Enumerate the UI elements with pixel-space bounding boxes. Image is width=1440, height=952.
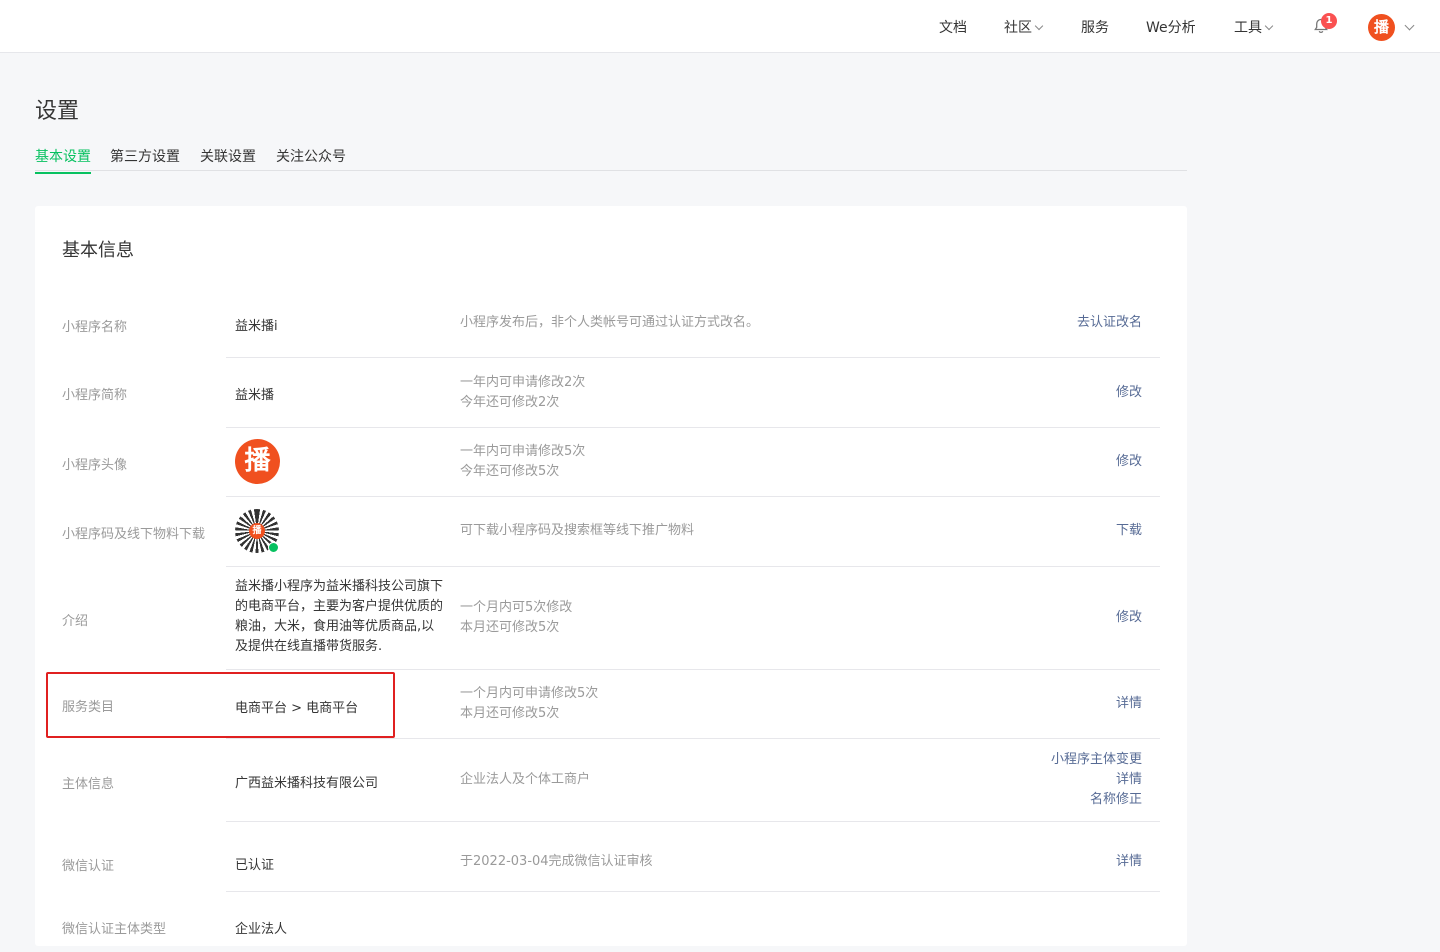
- chevron-down-icon[interactable]: [1404, 20, 1415, 31]
- tab-linked-settings[interactable]: 关联设置: [200, 146, 256, 172]
- settings-tabs: 基本设置 第三方设置 关联设置 关注公众号: [35, 138, 1187, 174]
- mini-program-avatar: 播: [235, 439, 280, 484]
- info-row-avatar: 小程序头像 播 一年内可申请修改5次 今年还可修改5次 修改: [35, 428, 1187, 497]
- row-hint: 小程序发布后，非个人类帐号可通过认证方式改名。: [460, 315, 760, 330]
- nav-tools[interactable]: 工具: [1234, 17, 1274, 37]
- card-title: 基本信息: [62, 240, 134, 261]
- hint-line: 本月还可修改5次: [460, 620, 560, 635]
- nav-community[interactable]: 社区: [1004, 17, 1044, 37]
- hint-line: 本月还可修改5次: [460, 706, 560, 721]
- change-entity-link[interactable]: 小程序主体变更: [1051, 750, 1142, 770]
- qrcode-logo: 播: [249, 523, 265, 539]
- page-title: 设置: [35, 99, 80, 124]
- row-label: 小程序简称: [62, 388, 128, 403]
- edit-avatar-link[interactable]: 修改: [1116, 452, 1142, 472]
- tab-basic-settings[interactable]: 基本设置: [35, 146, 91, 174]
- info-row-short-name: 小程序简称 益米播 一年内可申请修改2次 今年还可修改2次 修改: [35, 358, 1187, 428]
- service-category-highlight-box: [46, 672, 395, 738]
- chevron-down-icon: [1034, 21, 1044, 31]
- notification-badge: 1: [1321, 13, 1337, 29]
- entity-details-link[interactable]: 详情: [1051, 770, 1142, 790]
- verified-dot-icon: [268, 542, 279, 553]
- row-label: 微信认证: [62, 859, 115, 874]
- user-avatar[interactable]: 播: [1368, 14, 1395, 41]
- row-value: 益米播小程序为益米播科技公司旗下的电商平台，主要为客户提供优质的粮油，大米，食用…: [235, 579, 444, 654]
- nav-services[interactable]: 服务: [1081, 17, 1109, 37]
- row-label: 小程序头像: [62, 458, 128, 473]
- info-row-entity: 主体信息 广西益米播科技有限公司 企业法人及个体工商户 小程序主体变更 详情 名…: [35, 739, 1187, 822]
- row-value: 已认证: [235, 858, 275, 873]
- download-materials-link[interactable]: 下载: [1116, 521, 1142, 541]
- row-value: 企业法人: [235, 922, 288, 937]
- row-hint: 一年内可申请修改5次 今年还可修改5次: [460, 442, 585, 482]
- edit-intro-link[interactable]: 修改: [1116, 608, 1142, 628]
- nav-tools-label: 工具: [1234, 20, 1262, 36]
- nav-community-label: 社区: [1004, 20, 1032, 36]
- hint-line: 今年还可修改2次: [460, 395, 560, 410]
- info-row-wechat-verification: 微信认证 已认证 于2022-03-04完成微信认证审核 详情: [35, 822, 1187, 892]
- hint-line: 一年内可申请修改5次: [460, 444, 586, 459]
- row-hint: 企业法人及个体工商户: [460, 772, 591, 787]
- row-hint: 一年内可申请修改2次 今年还可修改2次: [460, 373, 585, 413]
- row-hint: 一个月内可申请修改5次 本月还可修改5次: [460, 684, 598, 724]
- tab-third-party-settings[interactable]: 第三方设置: [110, 146, 180, 172]
- row-hint: 于2022-03-04完成微信认证审核: [460, 854, 653, 869]
- hint-line: 一个月内可5次修改: [460, 600, 573, 615]
- mini-program-qrcode: 播: [235, 509, 279, 553]
- hint-line: 一个月内可申请修改5次: [460, 686, 599, 701]
- hint-line: 一年内可申请修改2次: [460, 375, 586, 390]
- row-hint: 一个月内可5次修改 本月还可修改5次: [460, 598, 572, 638]
- info-row-name: 小程序名称 益米播i 小程序发布后，非个人类帐号可通过认证方式改名。 去认证改名: [35, 288, 1187, 358]
- info-row-intro: 介绍 益米播小程序为益米播科技公司旗下的电商平台，主要为客户提供优质的粮油，大米…: [35, 567, 1187, 670]
- row-value: 益米播: [235, 388, 275, 403]
- nav-docs[interactable]: 文档: [939, 17, 967, 37]
- row-value: 益米播i: [235, 319, 278, 334]
- row-label: 介绍: [62, 614, 89, 629]
- name-correction-link[interactable]: 名称修正: [1051, 790, 1142, 810]
- row-label: 小程序码及线下物料下载: [62, 527, 206, 542]
- hint-line: 今年还可修改5次: [460, 464, 560, 479]
- tab-follow-official-account[interactable]: 关注公众号: [276, 146, 346, 172]
- row-label: 小程序名称: [62, 320, 128, 335]
- info-row-verification-entity-type: 微信认证主体类型 企业法人: [35, 892, 1187, 952]
- edit-short-name-link[interactable]: 修改: [1116, 383, 1142, 403]
- row-label: 主体信息: [62, 777, 115, 792]
- nav-we-analysis[interactable]: We分析: [1146, 17, 1196, 37]
- row-value: 广西益米播科技有限公司: [235, 776, 379, 791]
- rename-via-verification-link[interactable]: 去认证改名: [1077, 313, 1142, 333]
- chevron-down-icon: [1264, 21, 1274, 31]
- top-navigation-bar: 文档 社区 服务 We分析 工具 1 播: [0, 0, 1440, 53]
- verification-details-link[interactable]: 详情: [1116, 852, 1142, 872]
- row-label: 微信认证主体类型: [62, 922, 167, 937]
- info-row-qrcode: 小程序码及线下物料下载 播 可下载小程序码及搜索框等线下推广物料 下载: [35, 497, 1187, 567]
- entity-actions: 小程序主体变更 详情 名称修正: [1051, 750, 1142, 810]
- service-category-details-link[interactable]: 详情: [1116, 694, 1142, 714]
- basic-info-card: 基本信息 小程序名称 益米播i 小程序发布后，非个人类帐号可通过认证方式改名。 …: [35, 206, 1187, 946]
- row-hint: 可下载小程序码及搜索框等线下推广物料: [460, 523, 695, 538]
